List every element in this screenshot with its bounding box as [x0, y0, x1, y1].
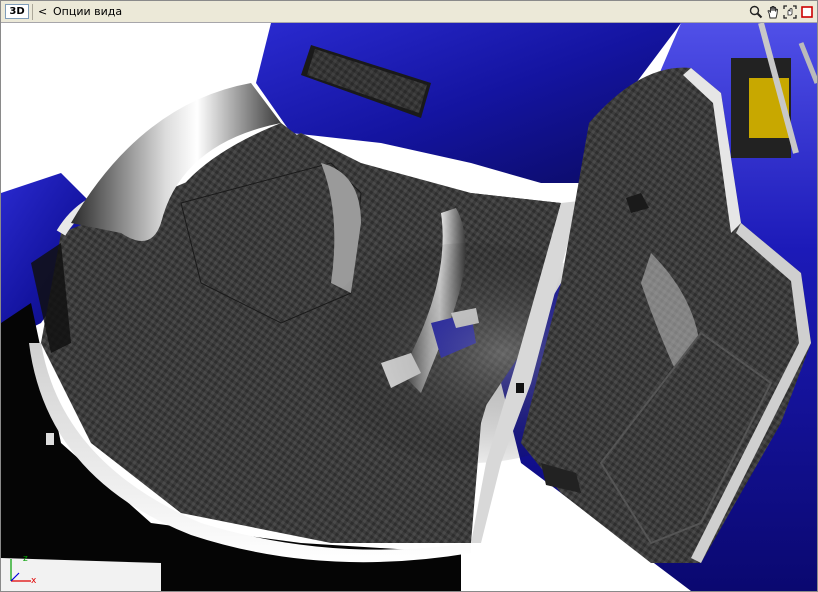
car-interior-render [1, 23, 817, 591]
axis-z-label: z [23, 554, 28, 564]
zoom-icon[interactable] [748, 3, 764, 20]
view-toolbar: 3D < Опции вида [1, 1, 817, 23]
view-tools [748, 3, 815, 20]
pan-hand-icon[interactable] [765, 3, 781, 20]
toolbar-separator [32, 4, 33, 20]
fit-view-icon[interactable] [782, 3, 798, 20]
viewer-window: 3D < Опции вида z x [0, 0, 818, 592]
3d-viewport[interactable]: z x [1, 23, 817, 591]
view-options-title[interactable]: Опции вида [53, 4, 122, 19]
view-mode-3d-button[interactable]: 3D [5, 4, 29, 19]
back-arrow-button[interactable]: < [38, 4, 47, 19]
axis-x-label: x [31, 576, 37, 586]
axis-indicator: z x [5, 553, 39, 587]
close-view-icon[interactable] [799, 3, 815, 20]
